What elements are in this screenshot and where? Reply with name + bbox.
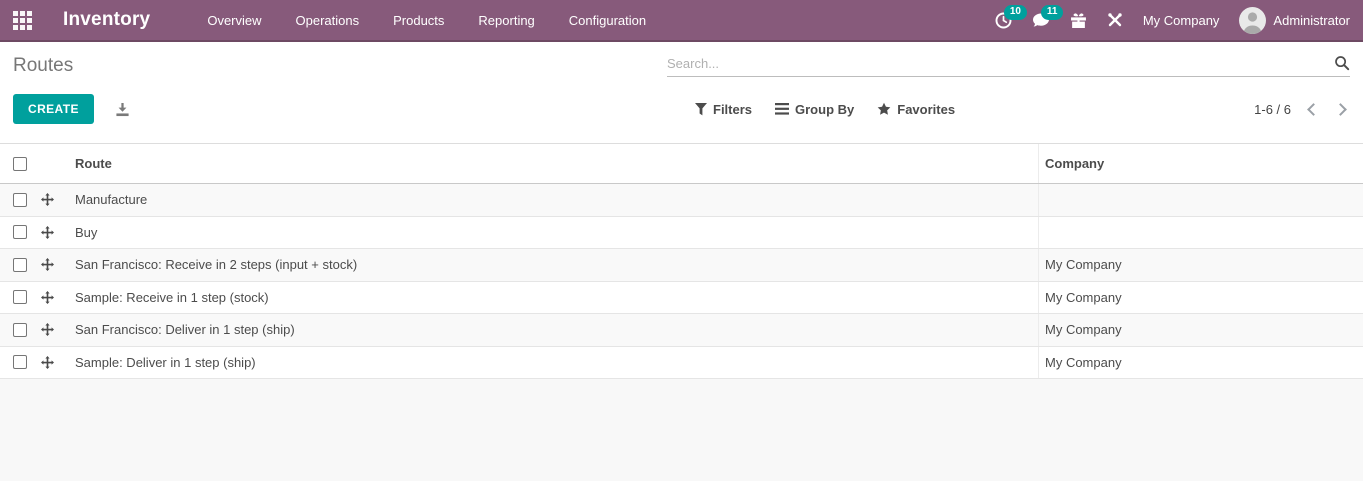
messages-count-badge: 11 [1041,5,1064,20]
pager-next-icon[interactable] [1334,103,1347,116]
user-menu[interactable]: Administrator [1239,7,1350,34]
company-cell: My Company [1038,282,1363,314]
table-body: Manufacture Buy San Francisco: Receive i… [0,184,1363,379]
drag-handle-icon[interactable] [41,323,61,336]
table-row[interactable]: Buy [0,217,1363,250]
user-name: Administrator [1273,13,1350,28]
create-button[interactable]: CREATE [13,94,94,124]
apps-menu-icon[interactable] [13,11,32,30]
group-by-label: Group By [795,102,854,117]
company-cell: My Company [1038,347,1363,379]
row-checkbox[interactable] [13,193,27,207]
row-checkbox[interactable] [13,290,27,304]
table-row[interactable]: San Francisco: Receive in 2 steps (input… [0,249,1363,282]
group-by-lines-icon [775,103,789,115]
column-header-route[interactable]: Route [41,156,1038,171]
table-header-row: Route Company [0,144,1363,184]
export-icon[interactable] [115,102,130,117]
drag-handle-icon[interactable] [41,258,61,271]
activities-button[interactable]: 10 [995,12,1012,29]
drag-handle-icon[interactable] [41,291,61,304]
table-row[interactable]: Sample: Deliver in 1 step (ship) My Comp… [0,347,1363,380]
company-cell: My Company [1038,249,1363,281]
avatar [1239,7,1266,34]
select-all-checkbox[interactable] [13,157,27,171]
group-by-button[interactable]: Group By [775,102,854,117]
drag-handle-icon[interactable] [41,193,61,206]
menu-products[interactable]: Products [391,9,446,32]
company-cell [1038,217,1363,249]
menu-reporting[interactable]: Reporting [476,9,536,32]
app-title[interactable]: Inventory [63,9,150,31]
menu-configuration[interactable]: Configuration [567,9,648,32]
activities-count-badge: 10 [1004,5,1027,20]
control-panel: Routes CREATE Filters Group By [0,42,1363,130]
search-input[interactable] [667,56,1334,71]
pager-previous-icon[interactable] [1307,103,1320,116]
content-background [0,379,1363,481]
gift-button[interactable] [1070,12,1087,29]
drag-handle-icon[interactable] [41,226,61,239]
row-checkbox[interactable] [13,323,27,337]
drag-handle-icon[interactable] [41,356,61,369]
top-navbar: Inventory Overview Operations Products R… [0,0,1363,42]
table-row[interactable]: Sample: Receive in 1 step (stock) My Com… [0,282,1363,315]
route-cell: Sample: Receive in 1 step (stock) [61,290,1038,305]
search-bar[interactable] [667,55,1350,77]
menu-operations[interactable]: Operations [294,9,362,32]
wrench-screwdriver-icon [1107,12,1123,28]
gift-icon [1070,12,1087,29]
route-cell: San Francisco: Deliver in 1 step (ship) [61,322,1038,337]
filter-funnel-icon [695,103,707,116]
column-header-company[interactable]: Company [1038,144,1363,183]
company-cell: My Company [1038,314,1363,346]
favorites-label: Favorites [897,102,955,117]
search-icon[interactable] [1334,55,1350,71]
route-cell: Manufacture [61,192,1038,207]
routes-list: Route Company Manufacture Buy San Franci… [0,143,1363,379]
tools-button[interactable] [1107,12,1123,28]
favorites-button[interactable]: Favorites [877,102,955,117]
company-cell [1038,184,1363,216]
row-checkbox[interactable] [13,225,27,239]
messages-button[interactable]: 11 [1032,12,1050,29]
filters-button[interactable]: Filters [695,102,752,117]
row-checkbox[interactable] [13,258,27,272]
route-cell: Buy [61,225,1038,240]
table-row[interactable]: Manufacture [0,184,1363,217]
menu-overview[interactable]: Overview [205,9,263,32]
page-title: Routes [13,55,73,77]
company-switcher[interactable]: My Company [1143,13,1220,28]
filters-label: Filters [713,102,752,117]
route-cell: Sample: Deliver in 1 step (ship) [61,355,1038,370]
star-icon [877,102,891,116]
pager-value: 1-6 / 6 [1254,102,1291,117]
table-row[interactable]: San Francisco: Deliver in 1 step (ship) … [0,314,1363,347]
row-checkbox[interactable] [13,355,27,369]
route-cell: San Francisco: Receive in 2 steps (input… [61,257,1038,272]
app-menu: Overview Operations Products Reporting C… [205,9,648,32]
